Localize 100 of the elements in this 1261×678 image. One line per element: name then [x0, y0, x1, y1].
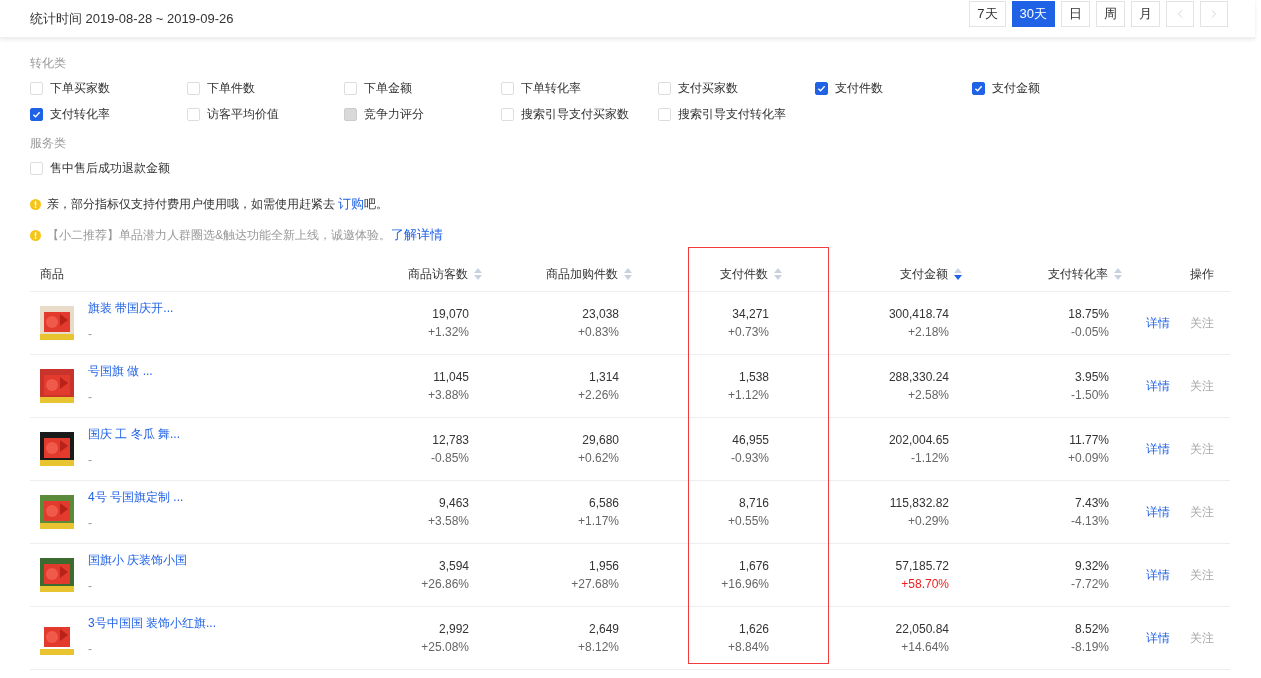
column-header[interactable]: 商品加购件数: [546, 265, 618, 283]
product-link[interactable]: 4号 号国旗定制 ...: [88, 488, 184, 506]
metric-value: 1,956: [588, 558, 619, 575]
group-title: 服务类: [30, 135, 67, 151]
metric-value: 8,716: [738, 495, 769, 512]
metric-change: +2.26%: [577, 387, 619, 404]
checkbox-label: 竞争力评分: [364, 106, 424, 123]
notice-text: 【小二推荐】单品潜力人群圈选&触达功能全新上线，诚邀体验。了解详情: [47, 226, 443, 245]
metric-value: 11,045: [433, 369, 469, 386]
metric-value: 11.77%: [1069, 432, 1109, 449]
previous-button[interactable]: [1166, 0, 1194, 27]
metric-value: 1,626: [738, 621, 769, 638]
range-tab[interactable]: 30天: [1011, 0, 1055, 27]
metric-value: 2,992: [438, 621, 469, 638]
period-label: 统计时间 2019-08-28 ~ 2019-09-26: [30, 9, 234, 28]
metric-value: 2,649: [588, 621, 619, 638]
checkbox-label: 访客平均价值: [207, 106, 279, 123]
checkbox-label: 售中售后成功退款金额: [50, 160, 170, 177]
metric-value: 1,676: [738, 558, 769, 575]
check-icon: [32, 109, 41, 119]
metric-change: +0.29%: [907, 513, 949, 530]
product-subtext: -: [88, 515, 93, 532]
details-link[interactable]: 详情: [1146, 566, 1170, 584]
metric-value: 288,330.24: [888, 369, 949, 386]
group-title: 转化类: [30, 55, 67, 71]
next-button[interactable]: [1200, 0, 1228, 27]
column-header[interactable]: 支付金额: [900, 265, 948, 283]
metric-change: +8.12%: [577, 639, 619, 656]
product-link[interactable]: 号国旗 做 ...: [88, 362, 153, 380]
metric-value: 300,418.74: [888, 306, 949, 323]
metric-value: 8.52%: [1074, 621, 1109, 638]
product-link[interactable]: 国旗小 庆装饰小国: [88, 551, 188, 569]
checkbox-label: 支付金额: [992, 80, 1040, 97]
warning-icon: [30, 229, 41, 241]
metric-value: 6,586: [588, 495, 619, 512]
details-link[interactable]: 详情: [1146, 629, 1170, 647]
metric-change: +1.12%: [727, 387, 769, 404]
metric-change: -0.05%: [1070, 324, 1109, 341]
column-header[interactable]: 支付件数: [720, 265, 768, 283]
checkbox[interactable]: [972, 81, 985, 95]
metric-value: 1,538: [738, 369, 769, 386]
notice-link[interactable]: 了解详情: [391, 227, 443, 243]
metric-change: +8.84%: [727, 639, 769, 656]
metric-change: -7.72%: [1070, 576, 1109, 593]
check-icon: [974, 83, 983, 93]
details-link[interactable]: 详情: [1146, 503, 1170, 521]
notice-text: 亲，部分指标仅支持付费用户使用哦，如需使用赶紧去 订购吧。: [47, 195, 389, 214]
product-link[interactable]: 国庆 工 冬瓜 舞...: [88, 425, 180, 443]
metric-change: +1.17%: [577, 513, 619, 530]
metric-change: -4.13%: [1070, 513, 1109, 530]
metric-value: 1,314: [588, 369, 619, 386]
metric-value: 46,955: [732, 432, 769, 449]
range-tab[interactable]: 7天: [969, 0, 1006, 27]
product-subtext: -: [88, 578, 93, 595]
metric-value: 34,271: [732, 306, 769, 323]
metric-change: +3.88%: [427, 387, 469, 404]
metric-change: +0.73%: [727, 324, 769, 341]
sort-icon[interactable]: [954, 268, 962, 280]
details-link[interactable]: 详情: [1146, 440, 1170, 458]
metric-value: 9,463: [438, 495, 469, 512]
metric-change: +0.09%: [1067, 450, 1109, 467]
metric-value: 3,594: [438, 558, 469, 575]
metric-change: +14.64%: [901, 639, 949, 656]
notice-link[interactable]: 订购: [338, 196, 365, 212]
product-link[interactable]: 旗装 带国庆开...: [88, 299, 174, 317]
range-tab[interactable]: 日: [1061, 0, 1090, 27]
metric-change: +1.32%: [427, 324, 469, 341]
metric-value: 18.75%: [1068, 306, 1109, 323]
metric-change: +16.96%: [721, 576, 769, 593]
metric-value: 22,050.84: [895, 621, 949, 638]
metric-change: +2.58%: [907, 387, 949, 404]
range-tab[interactable]: 周: [1096, 0, 1125, 27]
metric-change: +0.55%: [727, 513, 769, 530]
checkbox[interactable]: [30, 107, 43, 121]
column-header: 商品: [40, 266, 64, 283]
metric-value: 202,004.65: [888, 432, 949, 449]
metric-value: 7.43%: [1074, 495, 1109, 512]
metric-change: +25.08%: [421, 639, 469, 656]
metric-change: +2.18%: [907, 324, 949, 341]
details-link[interactable]: 详情: [1146, 377, 1170, 395]
column-header[interactable]: 商品访客数: [408, 265, 468, 283]
metric-change: +58.70%: [901, 576, 949, 593]
checkbox-label: 支付件数: [835, 80, 883, 97]
column-header[interactable]: 支付转化率: [1048, 265, 1108, 283]
checkbox[interactable]: [815, 81, 828, 95]
checkbox-label: 支付转化率: [50, 106, 110, 123]
checkbox-label: 下单件数: [207, 80, 255, 97]
checkbox-label: 搜索引导支付买家数: [521, 106, 629, 123]
metric-change: +0.83%: [577, 324, 619, 341]
metric-change: +3.58%: [427, 513, 469, 530]
product-link[interactable]: 3号中国国 装饰小红旗...: [88, 614, 216, 632]
metric-change: +27.68%: [571, 576, 619, 593]
product-subtext: -: [88, 452, 93, 469]
metric-value: 23,038: [582, 306, 619, 323]
product-subtext: -: [88, 389, 93, 406]
metric-value: 115,832.82: [889, 495, 949, 512]
metric-change: +26.86%: [421, 576, 469, 593]
details-link[interactable]: 详情: [1146, 314, 1170, 332]
range-tab[interactable]: 月: [1131, 0, 1160, 27]
metric-change: -0.93%: [730, 450, 769, 467]
